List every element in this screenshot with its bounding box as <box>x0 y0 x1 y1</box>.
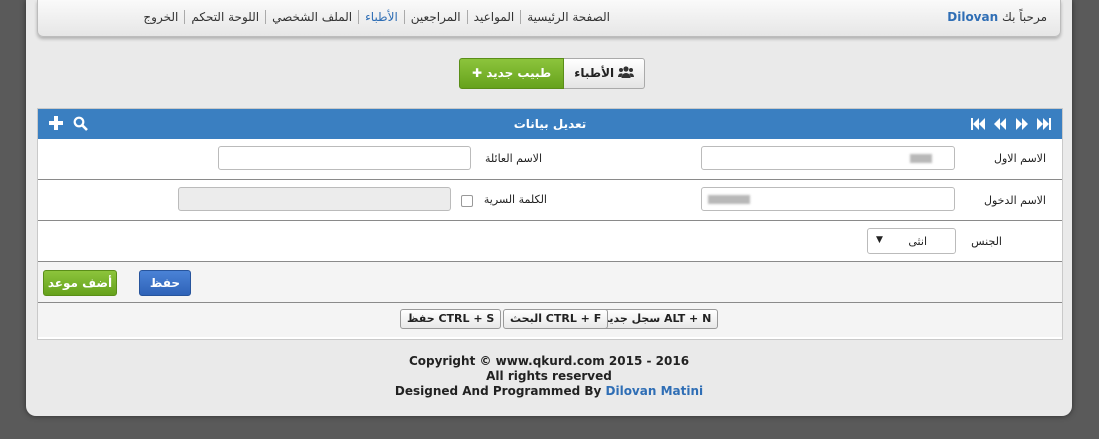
first-name-input[interactable] <box>701 146 955 170</box>
gender-label: الجنس <box>971 235 1002 248</box>
footer: Copyright © www.qkurd.com 2015 - 2016 Al… <box>26 354 1072 399</box>
menu-item-doctors[interactable]: الأطباء <box>358 10 404 24</box>
shortcut-search: CTRL + F البحث <box>503 309 609 329</box>
doctors-label: الأطباء <box>574 66 615 80</box>
new-doctor-label: طبيب جديد <box>486 66 552 80</box>
keyboard-shortcuts: ALT + N سجل جديد CTRL + F البحث CTRL + S… <box>38 303 1062 337</box>
main-menu: الصفحة الرئيسية المواعيد المراجعين الأطب… <box>38 10 616 24</box>
chevron-down-icon: ▼ <box>876 235 883 245</box>
footer-copyright: Copyright © www.qkurd.com 2015 - 2016 <box>408 354 690 368</box>
login-row: الاسم الدخول الكلمة السرية <box>38 180 1062 221</box>
login-name-input[interactable] <box>701 187 955 211</box>
menu-item-home[interactable]: الصفحة الرئيسية <box>520 10 616 24</box>
shortcut-save: CTRL + S حفظ <box>400 309 502 329</box>
password-input[interactable] <box>178 187 451 211</box>
welcome-text: مرحباً بك Dilovan <box>947 10 1047 24</box>
welcome-prefix: مرحباً بك <box>1001 10 1047 24</box>
panel-header: تعديل بيانات <box>38 109 1062 139</box>
first-name-value-redacted <box>910 153 932 163</box>
first-record-icon[interactable] <box>970 116 986 132</box>
gender-row: الجنس انثى ▼ <box>38 221 1062 262</box>
next-record-icon[interactable] <box>1014 116 1030 132</box>
first-name-label: الاسم الاول <box>994 152 1046 165</box>
menu-item-appointments[interactable]: المواعيد <box>466 10 521 24</box>
users-icon <box>618 66 635 80</box>
new-doctor-button[interactable]: ✚ طبيب جديد <box>459 58 565 89</box>
shortcut-new-record: ALT + N سجل جديد <box>596 309 719 329</box>
gender-value: انثى <box>908 235 927 248</box>
add-appointment-button[interactable]: أضف موعد <box>43 270 117 296</box>
form-actions: حفظ أضف موعد <box>38 262 1062 303</box>
show-password-checkbox[interactable] <box>461 195 473 207</box>
gender-select[interactable]: انثى ▼ <box>867 228 956 254</box>
edit-panel: تعديل بيانات الاسم الاول الاسم العائلة ا… <box>37 108 1063 340</box>
menu-item-dashboard[interactable]: اللوحة التحكم <box>184 10 265 24</box>
doctor-button-group: ✚ طبيب جديد الأطباء <box>459 58 646 89</box>
login-name-label: الاسم الدخول <box>983 194 1046 207</box>
footer-author-link[interactable]: Dilovan Matini <box>606 384 704 398</box>
save-button[interactable]: حفظ <box>139 270 191 296</box>
footer-credits: Designed And Programmed By Dilovan Matin… <box>26 384 1072 399</box>
login-name-value-redacted <box>708 194 750 204</box>
doctors-button[interactable]: الأطباء <box>564 58 646 89</box>
password-label: الكلمة السرية <box>483 193 547 206</box>
last-record-icon[interactable] <box>1036 116 1052 132</box>
family-name-input[interactable] <box>218 146 471 170</box>
menu-item-profile[interactable]: الملف الشخصي <box>265 10 358 24</box>
record-navigation <box>970 116 1052 132</box>
welcome-user[interactable]: Dilovan <box>947 10 998 24</box>
family-name-label: الاسم العائلة <box>484 152 542 165</box>
menu-item-patients[interactable]: المراجعين <box>403 10 467 24</box>
previous-record-icon[interactable] <box>992 116 1008 132</box>
page-sheet: مرحباً بك Dilovan الصفحة الرئيسية المواع… <box>26 0 1072 416</box>
footer-credits-prefix: Designed And Programmed By <box>394 384 602 398</box>
panel-title: تعديل بيانات <box>513 117 587 131</box>
name-row: الاسم الاول الاسم العائلة <box>38 139 1062 180</box>
top-navbar: مرحباً بك Dilovan الصفحة الرئيسية المواع… <box>37 0 1061 37</box>
plus-icon: ✚ <box>472 66 487 80</box>
footer-rights: All rights reserved <box>486 369 612 383</box>
menu-item-logout[interactable]: الخروج <box>137 10 184 24</box>
